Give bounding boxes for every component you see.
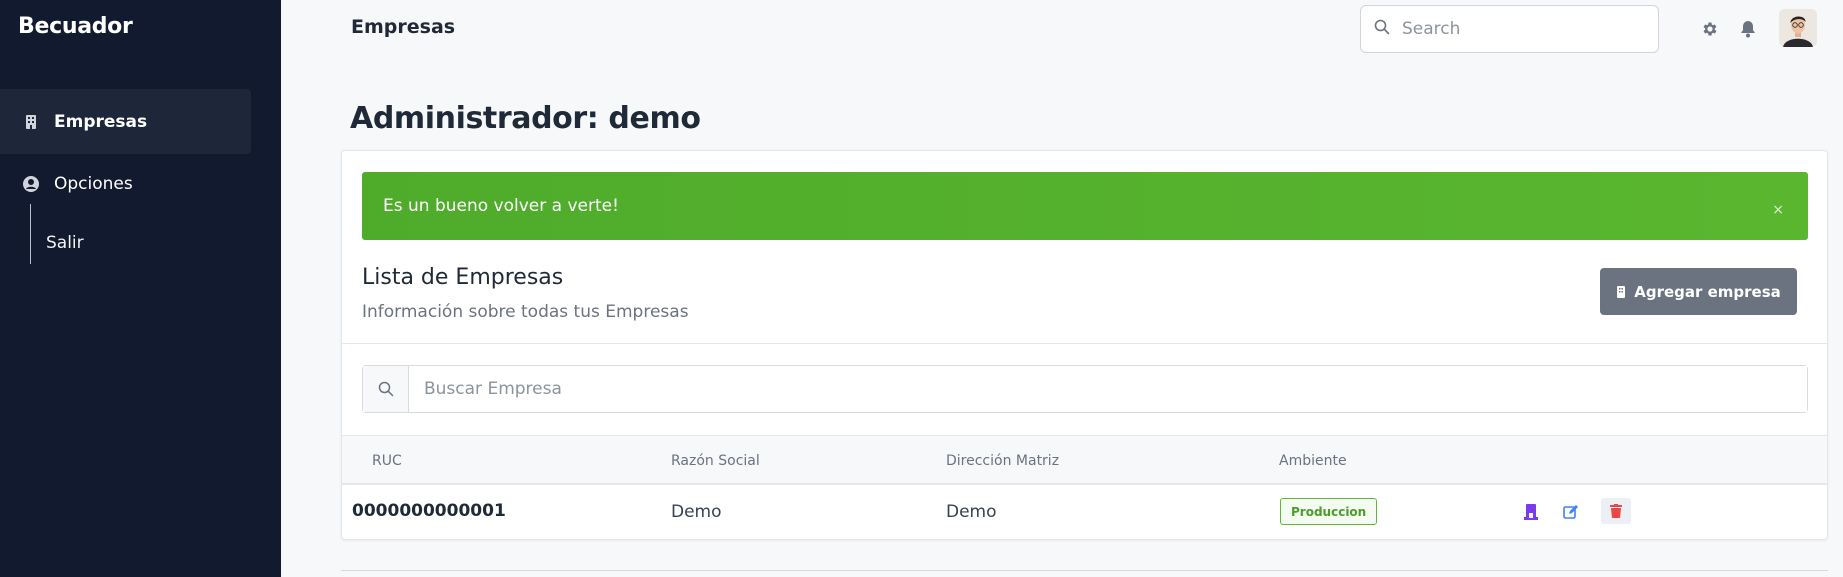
page-title: Administrador: demo bbox=[350, 101, 701, 136]
global-search[interactable] bbox=[1360, 5, 1659, 53]
edit-icon[interactable] bbox=[1559, 500, 1583, 524]
submenu-divider bbox=[30, 204, 31, 264]
cell-direccion-matriz: Demo bbox=[946, 502, 997, 522]
cell-ruc: 0000000000001 bbox=[352, 501, 506, 521]
search-icon bbox=[1374, 19, 1390, 39]
sidebar: Becuador Empresas Opciones Salir bbox=[0, 0, 281, 577]
table-header: RUC Razón Social Dirección Matriz Ambien… bbox=[342, 435, 1827, 485]
sidebar-item-label: Opciones bbox=[54, 174, 133, 194]
sidebar-item-opciones[interactable]: Opciones bbox=[0, 152, 251, 216]
avatar[interactable] bbox=[1779, 9, 1817, 47]
alert-message: Es un bueno volver a verte! bbox=[383, 196, 619, 216]
gear-icon[interactable] bbox=[1700, 19, 1720, 39]
add-company-button[interactable]: Agregar empresa bbox=[1600, 268, 1797, 315]
list-title: Lista de Empresas bbox=[362, 265, 564, 290]
sidebar-item-label: Empresas bbox=[54, 111, 148, 132]
column-header-ambiente[interactable]: Ambiente bbox=[1279, 453, 1347, 469]
add-company-label: Agregar empresa bbox=[1634, 282, 1781, 301]
divider bbox=[341, 570, 1828, 571]
column-header-ruc[interactable]: RUC bbox=[372, 453, 402, 469]
empresas-card: Es un bueno volver a verte! × Lista de E… bbox=[341, 150, 1828, 540]
company-search[interactable] bbox=[362, 365, 1808, 413]
close-icon[interactable]: × bbox=[1772, 202, 1784, 218]
topbar-title: Empresas bbox=[351, 16, 456, 38]
brand-logo[interactable]: Becuador bbox=[18, 14, 133, 39]
column-header-razon-social[interactable]: Razón Social bbox=[671, 453, 760, 469]
delete-icon[interactable] bbox=[1601, 498, 1631, 524]
table-row: 0000000000001 Demo Demo Produccion bbox=[342, 485, 1827, 539]
column-header-direccion-matriz[interactable]: Dirección Matriz bbox=[946, 453, 1059, 469]
building-icon bbox=[22, 113, 40, 131]
divider bbox=[342, 343, 1827, 344]
sidebar-item-empresas[interactable]: Empresas bbox=[0, 89, 251, 154]
building-icon bbox=[1616, 285, 1626, 298]
status-badge: Produccion bbox=[1280, 498, 1378, 525]
list-subtitle: Información sobre todas tus Empresas bbox=[362, 302, 689, 322]
search-icon bbox=[363, 366, 409, 412]
bell-icon[interactable] bbox=[1738, 19, 1758, 39]
user-circle-icon bbox=[22, 175, 40, 193]
company-search-input[interactable] bbox=[409, 366, 1807, 412]
sidebar-subitem-salir[interactable]: Salir bbox=[46, 233, 84, 253]
cell-razon-social: Demo bbox=[671, 502, 722, 522]
success-alert: Es un bueno volver a verte! × bbox=[362, 172, 1808, 240]
select-company-icon[interactable] bbox=[1519, 500, 1543, 524]
search-input[interactable] bbox=[1402, 19, 1632, 39]
